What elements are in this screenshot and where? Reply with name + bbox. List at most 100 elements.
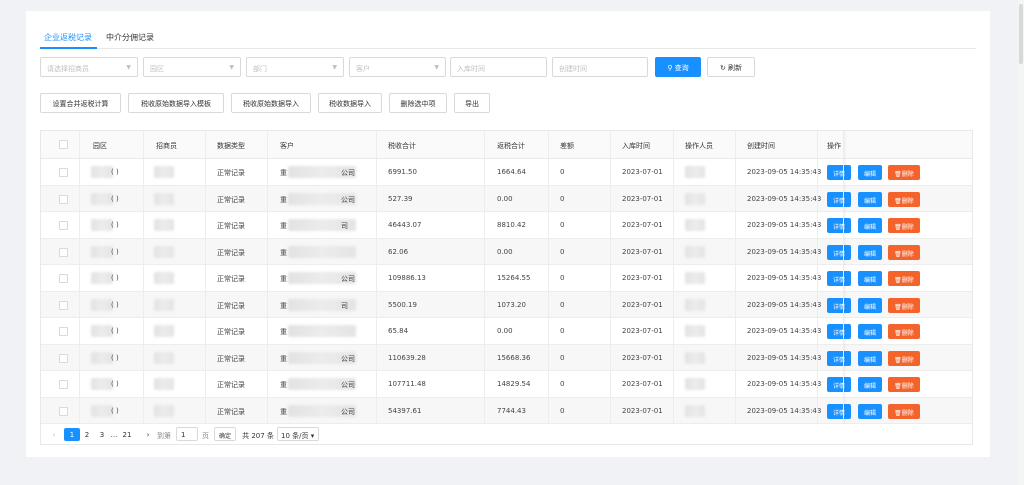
cell-data-type: 正常记录	[217, 275, 245, 283]
goto-confirm-button[interactable]: 确定	[214, 427, 236, 441]
table-row[interactable]: ( ) 正常记录 重 司 5500.19 1073.20 0 2023-07-0…	[41, 291, 972, 318]
edit-button[interactable]: 编辑	[858, 350, 882, 366]
row-checkbox[interactable]	[59, 194, 68, 204]
table-row[interactable]: ( ) 正常记录 重 公司 6991.50 1664.64 0 2023-07-…	[41, 159, 972, 186]
scrollbar-thumb[interactable]	[1019, 4, 1023, 64]
delete-button[interactable]: 🗑删除	[888, 324, 920, 339]
row-checkbox[interactable]	[59, 406, 68, 416]
merchant-select[interactable]: 请选择招商员 ▼	[40, 57, 138, 77]
edit-button[interactable]: 编辑	[858, 165, 882, 180]
next-page-icon[interactable]: ›	[143, 428, 153, 441]
row-checkbox[interactable]	[59, 380, 68, 389]
delete-button[interactable]: 🗑删除	[888, 271, 920, 286]
edit-button[interactable]: 编辑	[858, 297, 882, 313]
delete-button-label: 删除	[901, 277, 914, 284]
detail-button[interactable]: 详情	[827, 377, 851, 392]
page-size-select[interactable]: 10 条/页 ▾	[277, 427, 319, 441]
cell-customer-suffix: 公司	[341, 169, 355, 177]
goto-page-input[interactable]: 1	[176, 427, 198, 441]
row-checkbox[interactable]	[59, 327, 68, 336]
page-unit-label: 页	[202, 432, 209, 440]
detail-button[interactable]: 详情	[827, 244, 851, 260]
table-row[interactable]: ( ) 正常记录 重 65.84 0.00 0 2023-07-01 2023-…	[41, 318, 972, 345]
park-select[interactable]: 园区 ▼	[143, 57, 241, 77]
detail-button[interactable]: 详情	[827, 297, 851, 313]
row-checkbox[interactable]	[59, 274, 68, 283]
export-button[interactable]: 导出	[454, 93, 490, 113]
detail-button[interactable]: 详情	[827, 350, 851, 366]
cell-create-time: 2023-09-05 14:35:43	[747, 168, 822, 176]
delete-button[interactable]: 🗑删除	[888, 403, 920, 419]
cell-park: ( )	[111, 353, 119, 362]
detail-button[interactable]: 详情	[827, 271, 851, 286]
dept-select[interactable]: 部门 ▼	[246, 57, 344, 77]
delete-button[interactable]: 🗑删除	[888, 244, 920, 260]
delete-button[interactable]: 🗑删除	[888, 218, 920, 233]
row-checkbox[interactable]	[59, 353, 68, 363]
table-row[interactable]: ( ) 正常记录 重 62.06 0.00 0 2023-07-01 2023-…	[41, 238, 972, 265]
merge-refund-settings-button[interactable]: 设置合并返税计算	[40, 93, 121, 113]
cell-storage-time: 2023-07-01	[622, 221, 663, 229]
edit-button[interactable]: 编辑	[858, 218, 882, 233]
delete-button[interactable]: 🗑删除	[888, 297, 920, 313]
customer-select[interactable]: 客户 ▼	[349, 57, 446, 77]
row-checkbox[interactable]	[59, 168, 68, 177]
cell-data-type: 正常记录	[217, 248, 245, 257]
cell-tax-total: 110639.28	[388, 353, 426, 362]
detail-button[interactable]: 详情	[827, 191, 851, 207]
page-1[interactable]: 1	[64, 428, 80, 441]
edit-button[interactable]: 编辑	[858, 324, 882, 339]
table-row[interactable]: ( ) 正常记录 重 公司 110639.28 15668.36 0 2023-…	[41, 344, 972, 371]
tab-agent-commission[interactable]: 中介分佣记录	[106, 32, 154, 43]
edit-button[interactable]: 编辑	[858, 244, 882, 260]
delete-selected-button[interactable]: 删除选中项	[389, 93, 447, 113]
row-checkbox[interactable]	[59, 221, 68, 230]
table-row[interactable]: ( ) 正常记录 重 公司 109886.13 15264.55 0 2023-…	[41, 265, 972, 292]
delete-button[interactable]: 🗑删除	[888, 165, 920, 180]
table-row[interactable]: ( ) 正常记录 重 司 46443.07 8810.42 0 2023-07-…	[41, 212, 972, 239]
table-row[interactable]: ( ) 正常记录 重 公司 107711.48 14829.54 0 2023-…	[41, 371, 972, 398]
trash-icon: 🗑	[894, 303, 902, 311]
download-import-template-button[interactable]: 税收原始数据导入模板	[128, 93, 224, 113]
page-21[interactable]: 21	[120, 428, 134, 441]
delete-button[interactable]: 🗑删除	[888, 350, 920, 366]
row-checkbox[interactable]	[59, 247, 68, 257]
cell-storage-time: 2023-07-01	[622, 168, 663, 176]
prev-page-icon[interactable]: ‹	[49, 428, 59, 441]
edit-button[interactable]: 编辑	[858, 271, 882, 286]
tab-enterprise-refund[interactable]: 企业返税记录	[44, 32, 92, 43]
page-scrollbar[interactable]	[1018, 0, 1024, 485]
row-checkbox[interactable]	[59, 300, 68, 310]
cell-data-type: 正常记录	[217, 169, 245, 177]
page-3[interactable]: 3	[96, 428, 108, 441]
customer-select-placeholder: 客户	[356, 65, 370, 73]
query-button[interactable]: ⚲ 查询	[655, 57, 701, 77]
cell-park: ( )	[111, 274, 119, 282]
delete-button[interactable]: 🗑删除	[888, 191, 920, 207]
select-all-checkbox[interactable]	[59, 140, 68, 149]
cell-difference: 0	[560, 247, 565, 256]
page-ellipsis[interactable]: ...	[108, 428, 120, 441]
edit-button[interactable]: 编辑	[858, 191, 882, 207]
column-divider	[610, 131, 611, 423]
import-raw-tax-data-button[interactable]: 税收原始数据导入	[231, 93, 311, 113]
table-row[interactable]: ( ) 正常记录 重 公司 54397.61 7744.43 0 2023-07…	[41, 397, 972, 424]
edit-button[interactable]: 编辑	[858, 377, 882, 392]
col-park: 园区	[93, 142, 107, 150]
edit-button[interactable]: 编辑	[858, 403, 882, 419]
storage-time-picker[interactable]: 入库时间	[450, 57, 547, 77]
redacted-merchant	[154, 192, 174, 205]
import-tax-data-button[interactable]: 税收数据导入	[318, 93, 382, 113]
detail-button[interactable]: 详情	[827, 165, 851, 180]
detail-button[interactable]: 详情	[827, 324, 851, 339]
page-2[interactable]: 2	[81, 428, 93, 441]
query-button-label: 查询	[674, 64, 689, 72]
table-row[interactable]: ( ) 正常记录 重 公司 527.39 0.00 0 2023-07-01 2…	[41, 185, 972, 212]
detail-button[interactable]: 详情	[827, 403, 851, 419]
create-time-picker[interactable]: 创建时间	[552, 57, 648, 77]
col-tax-total: 税收合计	[388, 142, 416, 150]
redacted-operator	[685, 378, 705, 390]
refresh-button[interactable]: ↻ 刷新	[707, 57, 755, 77]
delete-button[interactable]: 🗑删除	[888, 377, 920, 392]
detail-button[interactable]: 详情	[827, 218, 851, 233]
